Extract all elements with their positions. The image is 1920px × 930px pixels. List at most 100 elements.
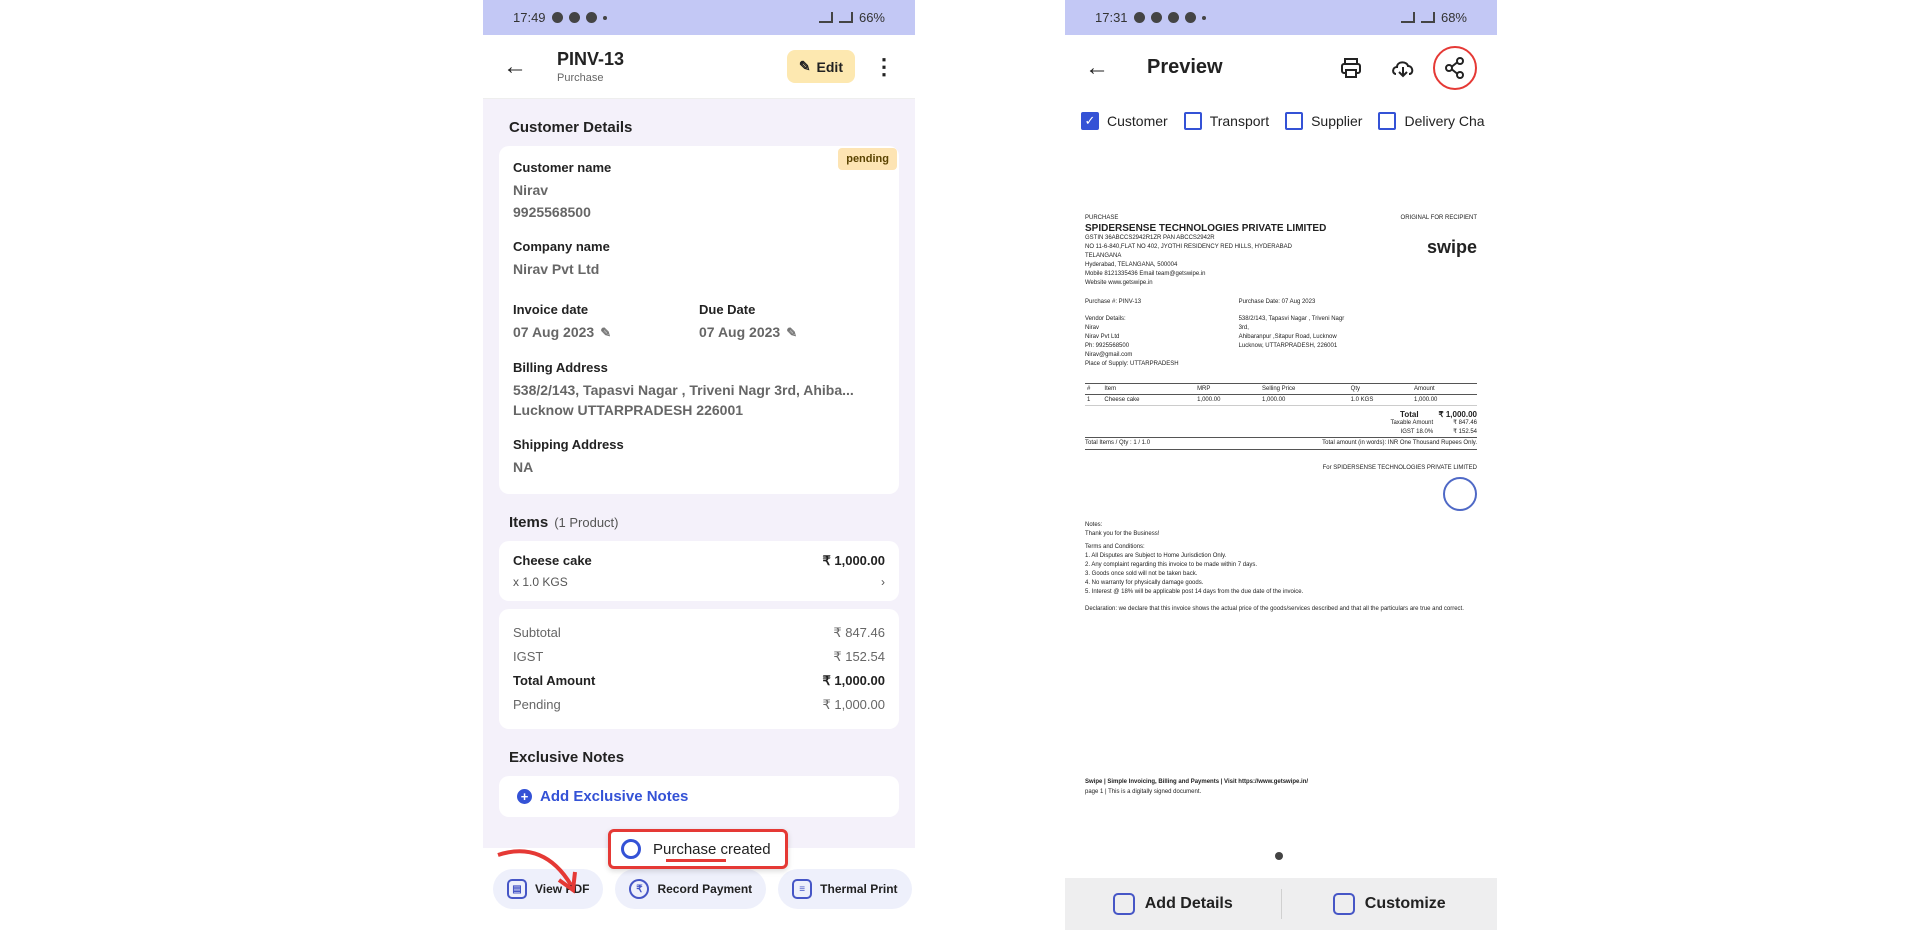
preview-header: ← Preview — [1065, 35, 1497, 100]
table-header: # — [1085, 383, 1103, 395]
doc-notes-label: Notes: — [1085, 522, 1103, 528]
doc-vendor-name: Nirav — [1085, 325, 1100, 331]
table-cell: 1,000.00 — [1195, 394, 1260, 406]
thermal-print-label: Thermal Print — [820, 882, 898, 896]
pending-label: Pending — [513, 697, 561, 712]
toast-underline — [666, 859, 726, 862]
doc-total-value: ₹ 1,000.00 — [1438, 410, 1477, 419]
table-header: Item — [1102, 383, 1196, 395]
items-title: Items (1 Product) — [499, 494, 899, 541]
add-details-button[interactable]: Add Details — [1065, 893, 1281, 915]
customize-label: Customize — [1364, 895, 1446, 912]
checkbox-unchecked-icon — [1183, 112, 1202, 130]
print-icon[interactable] — [1329, 46, 1373, 90]
settings-icon — [1167, 12, 1179, 23]
company-name: Nirav Pvt Ltd — [513, 261, 600, 277]
billing-address-line2: Lucknow UTTARPRADESH 226001 — [513, 402, 744, 418]
wifi-icon — [1400, 12, 1415, 23]
table-header: Amount — [1412, 383, 1477, 395]
pending-value: ₹ 1,000.00 — [822, 697, 886, 712]
item-price: ₹ 1,000.00 — [822, 553, 886, 568]
doc-total-label: Total — [1400, 410, 1419, 419]
invoice-preview-document[interactable]: PURCHASE ORIGINAL FOR RECIPIENT SPIDERSE… — [1085, 210, 1477, 795]
item-card[interactable]: Cheese cake ₹ 1,000.00 x 1.0 KGS › — [499, 541, 899, 601]
back-arrow-icon[interactable]: ← — [1085, 54, 1125, 82]
checkbox-customer[interactable]: ✓ Customer — [1081, 112, 1168, 130]
due-date: 07 Aug 2023 — [699, 324, 781, 340]
checkbox-supplier[interactable]: Supplier — [1285, 112, 1362, 130]
doc-term: 4. No warranty for physically damage goo… — [1085, 580, 1204, 586]
edit-button[interactable]: ✎ Edit — [786, 50, 855, 83]
doc-term: 1. All Disputes are Subject to Home Juri… — [1085, 553, 1227, 559]
swipe-logo: swipe — [1426, 237, 1477, 257]
receipt-icon: ≡ — [792, 879, 813, 899]
doc-items-table: # Item MRP Selling Price Qty Amount 1 Ch… — [1085, 383, 1477, 406]
doc-original-label: ORIGINAL FOR RECIPIENT — [1400, 215, 1477, 221]
doc-address-3: Hyderabad, TELANGANA, 500004 — [1085, 262, 1178, 268]
doc-term: 5. Interest @ 18% will be applicable pos… — [1085, 589, 1304, 595]
doc-vendor-address-1: 538/2/143, Tapasvi Nagar , Triveni Nagr — [1238, 316, 1345, 322]
customer-details-card: pending Customer name Nirav 9925568500 C… — [499, 146, 899, 494]
doc-company-name: SPIDERSENSE TECHNOLOGIES PRIVATE LIMITED — [1085, 223, 1327, 234]
doc-for-company: For SPIDERSENSE TECHNOLOGIES PRIVATE LIM… — [1322, 465, 1477, 471]
edit-icon — [1112, 893, 1135, 915]
app-header: ← PINV-13 Purchase ✎ Edit ⋮ — [483, 35, 915, 99]
checkbox-label: Supplier — [1311, 113, 1363, 129]
exclusive-notes-title: Exclusive Notes — [509, 749, 625, 766]
invoice-date-field[interactable]: 07 Aug 2023 ✎ — [513, 323, 699, 342]
battery-level: 68% — [1440, 10, 1467, 25]
share-icon[interactable] — [1433, 45, 1477, 90]
item-name: Cheese cake — [513, 553, 592, 568]
shipping-address-label: Shipping Address — [513, 437, 624, 452]
due-date-field[interactable]: 07 Aug 2023 ✎ — [699, 323, 885, 342]
status-time: 17:31 — [1095, 10, 1128, 25]
customize-button[interactable]: Customize — [1282, 893, 1498, 915]
table-cell: 1.0 KGS — [1348, 394, 1413, 406]
customer-phone: 9925568500 — [513, 204, 591, 220]
whatsapp-icon — [568, 12, 580, 23]
table-header: Selling Price — [1260, 383, 1349, 395]
page-subtitle: Purchase — [557, 72, 604, 84]
more-notifications-icon — [1201, 15, 1206, 20]
swipe-logo-icon — [621, 839, 641, 859]
signal-icon — [1420, 12, 1435, 23]
subtotal-value: ₹ 847.46 — [833, 625, 885, 640]
plus-icon: + — [517, 789, 532, 804]
invoice-date: 07 Aug 2023 — [513, 324, 595, 340]
add-exclusive-notes-button[interactable]: + Add Exclusive Notes — [513, 784, 885, 809]
checkbox-label: Customer — [1107, 113, 1168, 129]
status-time: 17:49 — [513, 10, 546, 25]
screen-record-icon — [1133, 12, 1145, 23]
checkbox-delivery-challan[interactable]: Delivery Cha — [1378, 112, 1485, 130]
edit-label: Edit — [816, 58, 843, 75]
status-bar: 17:49 66% — [483, 0, 915, 35]
igst-label: IGST — [513, 649, 544, 664]
red-arrow-annotation — [497, 849, 577, 894]
pencil-icon[interactable]: ✎ — [786, 325, 797, 340]
checkbox-transport[interactable]: Transport — [1183, 112, 1270, 130]
customer-details-title: Customer Details — [509, 119, 633, 136]
back-arrow-icon[interactable]: ← — [503, 53, 543, 81]
purchase-details-scroll[interactable]: Customer Details pending Customer name N… — [483, 99, 915, 848]
cloud-download-icon[interactable] — [1381, 46, 1425, 90]
table-header: MRP — [1195, 383, 1260, 395]
table-cell: 1,000.00 — [1412, 394, 1477, 406]
checkbox-label: Delivery Cha — [1404, 113, 1485, 129]
thermal-print-button[interactable]: ≡ Thermal Print — [778, 869, 912, 909]
doc-place-of-supply: Place of Supply: UTTARPRADESH — [1085, 361, 1179, 367]
subtotal-label: Subtotal — [513, 625, 561, 640]
doc-vendor-email: Nirav@gmail.com — [1085, 352, 1133, 358]
doc-address-1: NO 11-6-840,FLAT NO 402, JYOTHI RESIDENC… — [1085, 244, 1292, 250]
record-payment-button[interactable]: ₹ Record Payment — [615, 869, 767, 909]
more-options-icon[interactable]: ⋮ — [873, 54, 895, 80]
checkbox-label: Transport — [1209, 113, 1270, 129]
doc-address-2: TELANGANA — [1085, 253, 1122, 259]
page-title: Preview — [1147, 56, 1223, 78]
doc-vendor-address-3: Ahibaranpur ,Sitapur Road, Lucknow — [1238, 334, 1337, 340]
calendar-icon — [1184, 12, 1196, 23]
toast-message: Purchase created — [653, 840, 771, 858]
status-bar: 17:31 68% — [1065, 0, 1497, 35]
left-phone-screen: 17:49 66% ← PINV-13 Purchase ✎ Edit ⋮ Cu… — [483, 0, 915, 930]
pencil-icon[interactable]: ✎ — [600, 325, 611, 340]
doc-total-items: Total Items / Qty : 1 / 1.0 — [1085, 440, 1151, 446]
